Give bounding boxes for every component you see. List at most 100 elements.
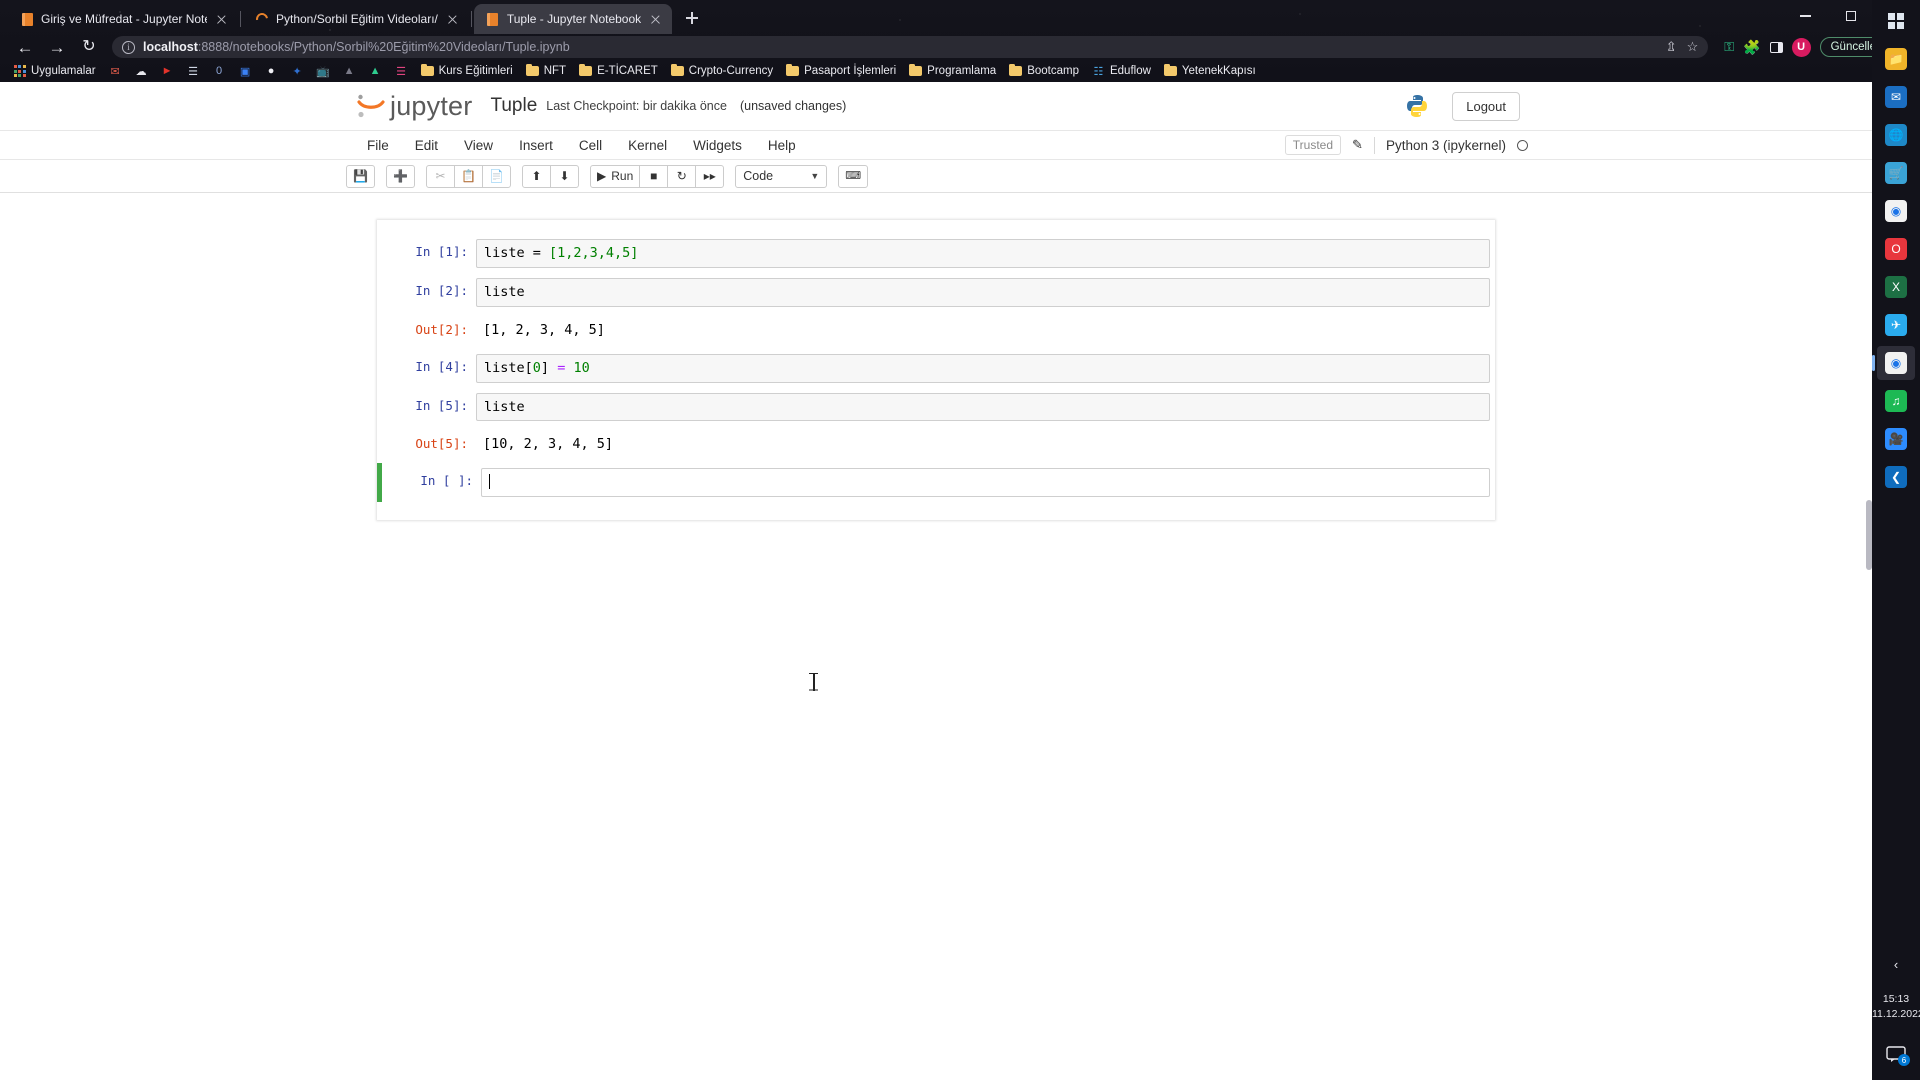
- excel-button[interactable]: X: [1877, 270, 1915, 304]
- mail-button[interactable]: ✉: [1877, 80, 1915, 114]
- insert-cell-button[interactable]: ➕: [386, 164, 415, 188]
- close-icon[interactable]: [445, 12, 460, 27]
- address-bar[interactable]: i localhost:8888/notebooks/Python/Sorbil…: [112, 36, 1709, 58]
- minimize-button[interactable]: [1782, 0, 1828, 32]
- show-hidden-icons-button[interactable]: ‹: [1872, 957, 1920, 972]
- file-explorer-button[interactable]: 📁: [1877, 42, 1915, 76]
- bookmark-star-icon[interactable]: ☆: [1687, 39, 1699, 55]
- menu-edit[interactable]: Edit: [402, 133, 451, 158]
- password-key-icon[interactable]: ⚿: [1724, 39, 1734, 55]
- bookmark-eduflow[interactable]: ☷ Eduflow: [1087, 63, 1156, 80]
- notebook-cell-selected[interactable]: In [ ]:: [377, 463, 1495, 503]
- restart-run-all-button[interactable]: ▸▸: [695, 164, 725, 188]
- close-icon[interactable]: [214, 12, 229, 27]
- browser-tab-3-active[interactable]: Tuple - Jupyter Notebook: [473, 4, 673, 34]
- menu-widgets[interactable]: Widgets: [680, 133, 755, 158]
- code-text: liste: [484, 398, 525, 415]
- bookmark-green-star[interactable]: ▲: [364, 63, 387, 80]
- bookmark-tv[interactable]: 📺: [312, 63, 335, 80]
- folder-icon: [420, 63, 434, 78]
- bookmark-folder-crypto[interactable]: Crypto-Currency: [666, 63, 778, 80]
- menu-kernel[interactable]: Kernel: [615, 133, 680, 158]
- extensions-puzzle-icon[interactable]: 🧩: [1743, 39, 1760, 56]
- bookmark-dark-app[interactable]: ▲: [338, 63, 361, 80]
- run-button[interactable]: ▶ Run: [590, 164, 641, 188]
- bookmark-powerbi[interactable]: ☰: [390, 63, 413, 80]
- bookmark-folder-yetenekkapisi[interactable]: YetenekKapısı: [1159, 63, 1261, 80]
- reload-button[interactable]: ↻: [74, 35, 104, 59]
- bookmark-gmail[interactable]: ✉: [104, 63, 127, 80]
- store-icon: 🛒: [1885, 162, 1907, 184]
- bookmark-folder-nft[interactable]: NFT: [521, 63, 571, 80]
- keyboard-shortcuts-button[interactable]: ⌨: [838, 164, 869, 188]
- copy-cell-button[interactable]: 📋: [454, 164, 483, 188]
- zoom-icon: 🎥: [1885, 428, 1907, 450]
- bookmark-zero[interactable]: 0: [208, 63, 231, 80]
- start-button[interactable]: [1877, 4, 1915, 38]
- kernel-name-label[interactable]: Python 3 (ipykernel): [1386, 138, 1506, 153]
- new-tab-button[interactable]: [678, 4, 706, 32]
- chrome-button[interactable]: ◉: [1877, 194, 1915, 228]
- edit-pencil-icon[interactable]: ✎: [1352, 137, 1363, 153]
- bookmark-cloud[interactable]: ☁: [130, 63, 153, 80]
- notebook-cell[interactable]: In [1]: liste = [1,2,3,4,5]: [377, 234, 1495, 273]
- restart-kernel-button[interactable]: ↻: [667, 164, 697, 188]
- notebook-name[interactable]: Tuple: [490, 95, 537, 117]
- code-input[interactable]: liste: [476, 392, 1490, 422]
- bookmark-apps[interactable]: Uygulamalar: [8, 63, 101, 80]
- vscode-button[interactable]: ❮: [1877, 460, 1915, 494]
- bookmark-folder-programlama[interactable]: Programlama: [904, 63, 1001, 80]
- move-cell-down-button[interactable]: ⬇: [550, 164, 579, 188]
- menu-view[interactable]: View: [451, 133, 506, 158]
- notifications-button[interactable]: 6: [1886, 1046, 1910, 1066]
- cell-type-select[interactable]: Code ▼: [735, 164, 828, 188]
- code-input[interactable]: liste: [476, 277, 1490, 307]
- interrupt-kernel-button[interactable]: ■: [639, 164, 669, 188]
- bookmark-folder-bootcamp[interactable]: Bootcamp: [1004, 63, 1084, 80]
- bookmark-analytics[interactable]: ☰: [182, 63, 205, 80]
- telegram-button[interactable]: ✈: [1877, 308, 1915, 342]
- paste-cell-button[interactable]: 📄: [482, 164, 511, 188]
- logout-button[interactable]: Logout: [1452, 91, 1520, 121]
- save-button[interactable]: 💾: [346, 164, 375, 188]
- menu-file[interactable]: File: [354, 133, 402, 158]
- code-input[interactable]: liste = [1,2,3,4,5]: [476, 239, 1490, 268]
- circle-white-icon: ●: [267, 65, 275, 77]
- jupyter-logo[interactable]: jupyter: [354, 89, 472, 123]
- bookmark-youtube[interactable]: ►: [156, 63, 179, 80]
- maximize-button[interactable]: [1828, 0, 1874, 32]
- bookmark-folder-eticaret[interactable]: E-TİCARET: [574, 63, 663, 80]
- cut-cell-button[interactable]: ✂: [426, 164, 455, 188]
- close-icon[interactable]: [648, 12, 663, 27]
- menu-help[interactable]: Help: [755, 133, 809, 158]
- zoom-button[interactable]: 🎥: [1877, 422, 1915, 456]
- bookmark-label: Uygulamalar: [31, 65, 96, 77]
- bookmark-blue-splash[interactable]: ✦: [286, 63, 309, 80]
- side-panel-icon[interactable]: [1769, 41, 1783, 53]
- move-cell-up-button[interactable]: ⬆: [522, 164, 551, 188]
- site-info-icon[interactable]: i: [122, 40, 135, 54]
- avatar[interactable]: U: [1791, 37, 1811, 57]
- chrome-active-button[interactable]: ◉: [1877, 346, 1915, 380]
- code-input-active[interactable]: [481, 468, 1490, 498]
- spotify-button[interactable]: ♫: [1877, 384, 1915, 418]
- browser-tab-2[interactable]: Python/Sorbil Eğitim Videoları/: [243, 4, 469, 34]
- notebook-cell[interactable]: In [4]: liste[0] = 10: [377, 349, 1495, 691]
- bookmark-circle[interactable]: ●: [260, 63, 283, 80]
- menu-cell[interactable]: Cell: [566, 133, 615, 158]
- store-button[interactable]: 🛒: [1877, 156, 1915, 190]
- share-icon[interactable]: ⇫: [1666, 39, 1677, 55]
- forward-button[interactable]: →: [42, 35, 72, 59]
- edge-button[interactable]: 🌐: [1877, 118, 1915, 152]
- bookmark-folder-kurs[interactable]: Kurs Eğitimleri: [416, 63, 518, 80]
- opera-button[interactable]: O: [1877, 232, 1915, 266]
- notebook-cell[interactable]: In [5]: liste: [377, 388, 1495, 427]
- browser-tab-1[interactable]: Giriş ve Müfredat - Jupyter Notel: [8, 4, 238, 34]
- bookmark-app-blue[interactable]: ▣: [234, 63, 257, 80]
- menu-insert[interactable]: Insert: [506, 133, 566, 158]
- notebook-cell[interactable]: In [2]: liste: [377, 273, 1495, 312]
- back-button[interactable]: ←: [10, 35, 40, 59]
- code-input[interactable]: liste[0] = 10: [476, 353, 1490, 383]
- bookmark-folder-pasaport[interactable]: Pasaport İşlemleri: [781, 63, 901, 80]
- system-clock[interactable]: 15:13 11.12.2022: [1872, 992, 1920, 1022]
